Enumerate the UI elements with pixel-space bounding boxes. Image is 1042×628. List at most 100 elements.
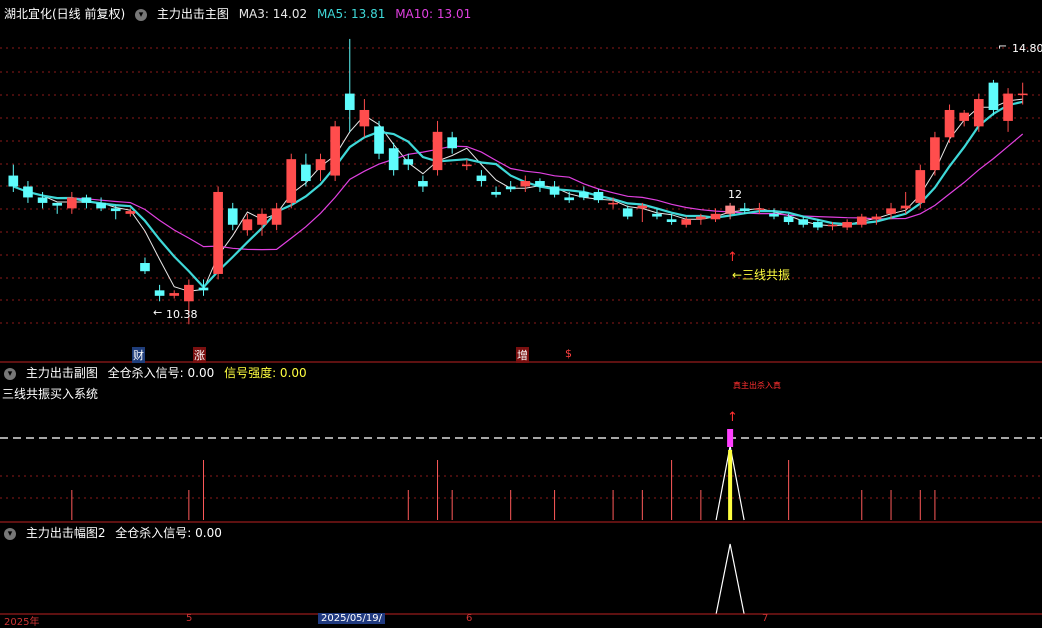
stock-title: 湖北宜化(日线 前复权) — [4, 7, 126, 21]
candle-down — [52, 202, 63, 206]
sub1-strength-value: 信号强度: 0.00 — [224, 366, 307, 380]
ma3-value: MA3: 14.02 — [238, 7, 308, 21]
candle-down — [652, 213, 662, 217]
signal-strength-bar — [728, 450, 733, 520]
sub2-title[interactable]: 主力出击幅图2 — [26, 526, 106, 540]
date-tick-6: 6 — [466, 613, 473, 624]
candle-up — [125, 211, 136, 214]
marker-dollar[interactable]: $ — [565, 347, 572, 360]
candle-down — [579, 191, 589, 198]
candle-up — [900, 205, 911, 209]
candle-up — [608, 202, 618, 205]
candle-down — [301, 164, 311, 182]
candle-down — [666, 219, 677, 223]
moving-average-lines — [12, 98, 1024, 292]
indicator-name[interactable]: 主力出击主图 — [157, 7, 229, 21]
candle-down — [783, 216, 794, 223]
candlestick-series — [8, 38, 1028, 325]
grid-lines — [0, 47, 1042, 499]
candle-up — [461, 164, 472, 167]
candle-down — [37, 197, 48, 203]
candle-up — [973, 99, 984, 127]
chevron-down-icon[interactable]: ▾ — [4, 367, 16, 380]
candle-up — [827, 224, 838, 227]
signal-arrow-icon: ↑ — [727, 250, 738, 265]
candle-down — [198, 287, 209, 291]
candle-up — [330, 126, 340, 176]
candle-up — [856, 216, 867, 225]
candle-down — [622, 208, 633, 217]
candle-up — [710, 213, 721, 220]
high-marker-icon: ⌐ — [998, 40, 1008, 53]
candle-up — [871, 216, 882, 220]
candle-down — [769, 213, 779, 217]
sub1-system-name: 三线共振买入系统 — [2, 387, 99, 401]
candle-up — [432, 131, 443, 171]
date-tick-year: 2025年 — [4, 617, 40, 628]
candle-down — [227, 208, 238, 225]
date-tick-7: 7 — [762, 613, 769, 624]
candle-up — [842, 222, 852, 228]
candle-down — [505, 186, 516, 190]
candle-up — [1017, 93, 1028, 96]
date-cursor-label[interactable]: 2025/05/19/ — [318, 613, 386, 624]
candle-up — [959, 112, 969, 121]
candle-down — [491, 191, 501, 195]
sub1-title[interactable]: 主力出击副图 — [26, 366, 98, 380]
candle-down — [374, 126, 384, 154]
candle-up — [67, 197, 77, 209]
ma5-line — [12, 100, 1023, 289]
sub-panel-2-lines — [0, 543, 1028, 615]
candle-up — [520, 181, 531, 187]
candle-down — [388, 148, 399, 171]
candle-down — [140, 263, 150, 272]
sub1-header: ▾ 主力出击副图 全仓杀入信号: 0.00 信号强度: 0.00 — [4, 365, 313, 381]
candle-down — [154, 290, 165, 296]
candle-down — [739, 208, 750, 212]
marker-increase[interactable]: 增 — [516, 347, 529, 363]
candle-up — [315, 159, 326, 171]
candle-up — [944, 109, 955, 138]
sub1-kill-value: 全仓杀入信号: 0.00 — [107, 366, 215, 380]
signal-text: ←三线共振 — [732, 268, 791, 282]
candle-down — [96, 202, 106, 209]
candle-down — [344, 93, 355, 110]
low-marker-icon: ← — [153, 306, 163, 319]
candle-down — [8, 175, 19, 187]
candle-up — [886, 208, 896, 214]
ma3-line — [13, 98, 1023, 292]
candle-up — [637, 205, 648, 209]
candle-up — [242, 219, 253, 231]
sub2-header: ▾ 主力出击幅图2 全仓杀入信号: 0.00 — [4, 525, 228, 541]
candle-up — [725, 205, 735, 214]
high-price-label: 14.80 — [1012, 42, 1042, 55]
candle-down — [23, 186, 33, 198]
chevron-down-icon[interactable]: ▾ — [4, 527, 16, 540]
sub1-top-text: 真主出杀入真 — [733, 381, 781, 390]
low-price-label: 10.38 — [166, 308, 198, 321]
candle-down — [549, 186, 560, 195]
candle-up — [257, 213, 267, 225]
marker-finance[interactable]: 财 — [132, 347, 145, 363]
candle-down — [447, 137, 457, 149]
candle-up — [359, 109, 370, 127]
marker-limit-up[interactable]: 涨 — [193, 347, 206, 363]
candle-up — [696, 216, 706, 220]
candle-up — [213, 191, 223, 274]
candle-down — [813, 222, 823, 228]
signal-strength-cap — [727, 429, 734, 447]
sub2-signal-peak — [715, 543, 745, 615]
sub-panel-1-bars — [71, 429, 936, 521]
main-header: 湖北宜化(日线 前复权) ▾ 主力出击主图 MA3: 14.02 MA5: 13… — [4, 6, 477, 22]
chevron-down-icon[interactable]: ▾ — [135, 8, 148, 21]
sub2-kill-value: 全仓杀入信号: 0.00 — [115, 526, 222, 540]
candle-up — [286, 159, 297, 203]
candle-up — [271, 208, 282, 225]
candle-down — [81, 197, 92, 203]
candle-down — [593, 191, 604, 201]
candle-down — [535, 181, 545, 187]
candle-up — [754, 208, 765, 210]
sub1-arrow-icon: ↑ — [727, 410, 738, 425]
ma10-value: MA10: 13.01 — [395, 7, 472, 21]
candle-up — [1003, 93, 1013, 121]
